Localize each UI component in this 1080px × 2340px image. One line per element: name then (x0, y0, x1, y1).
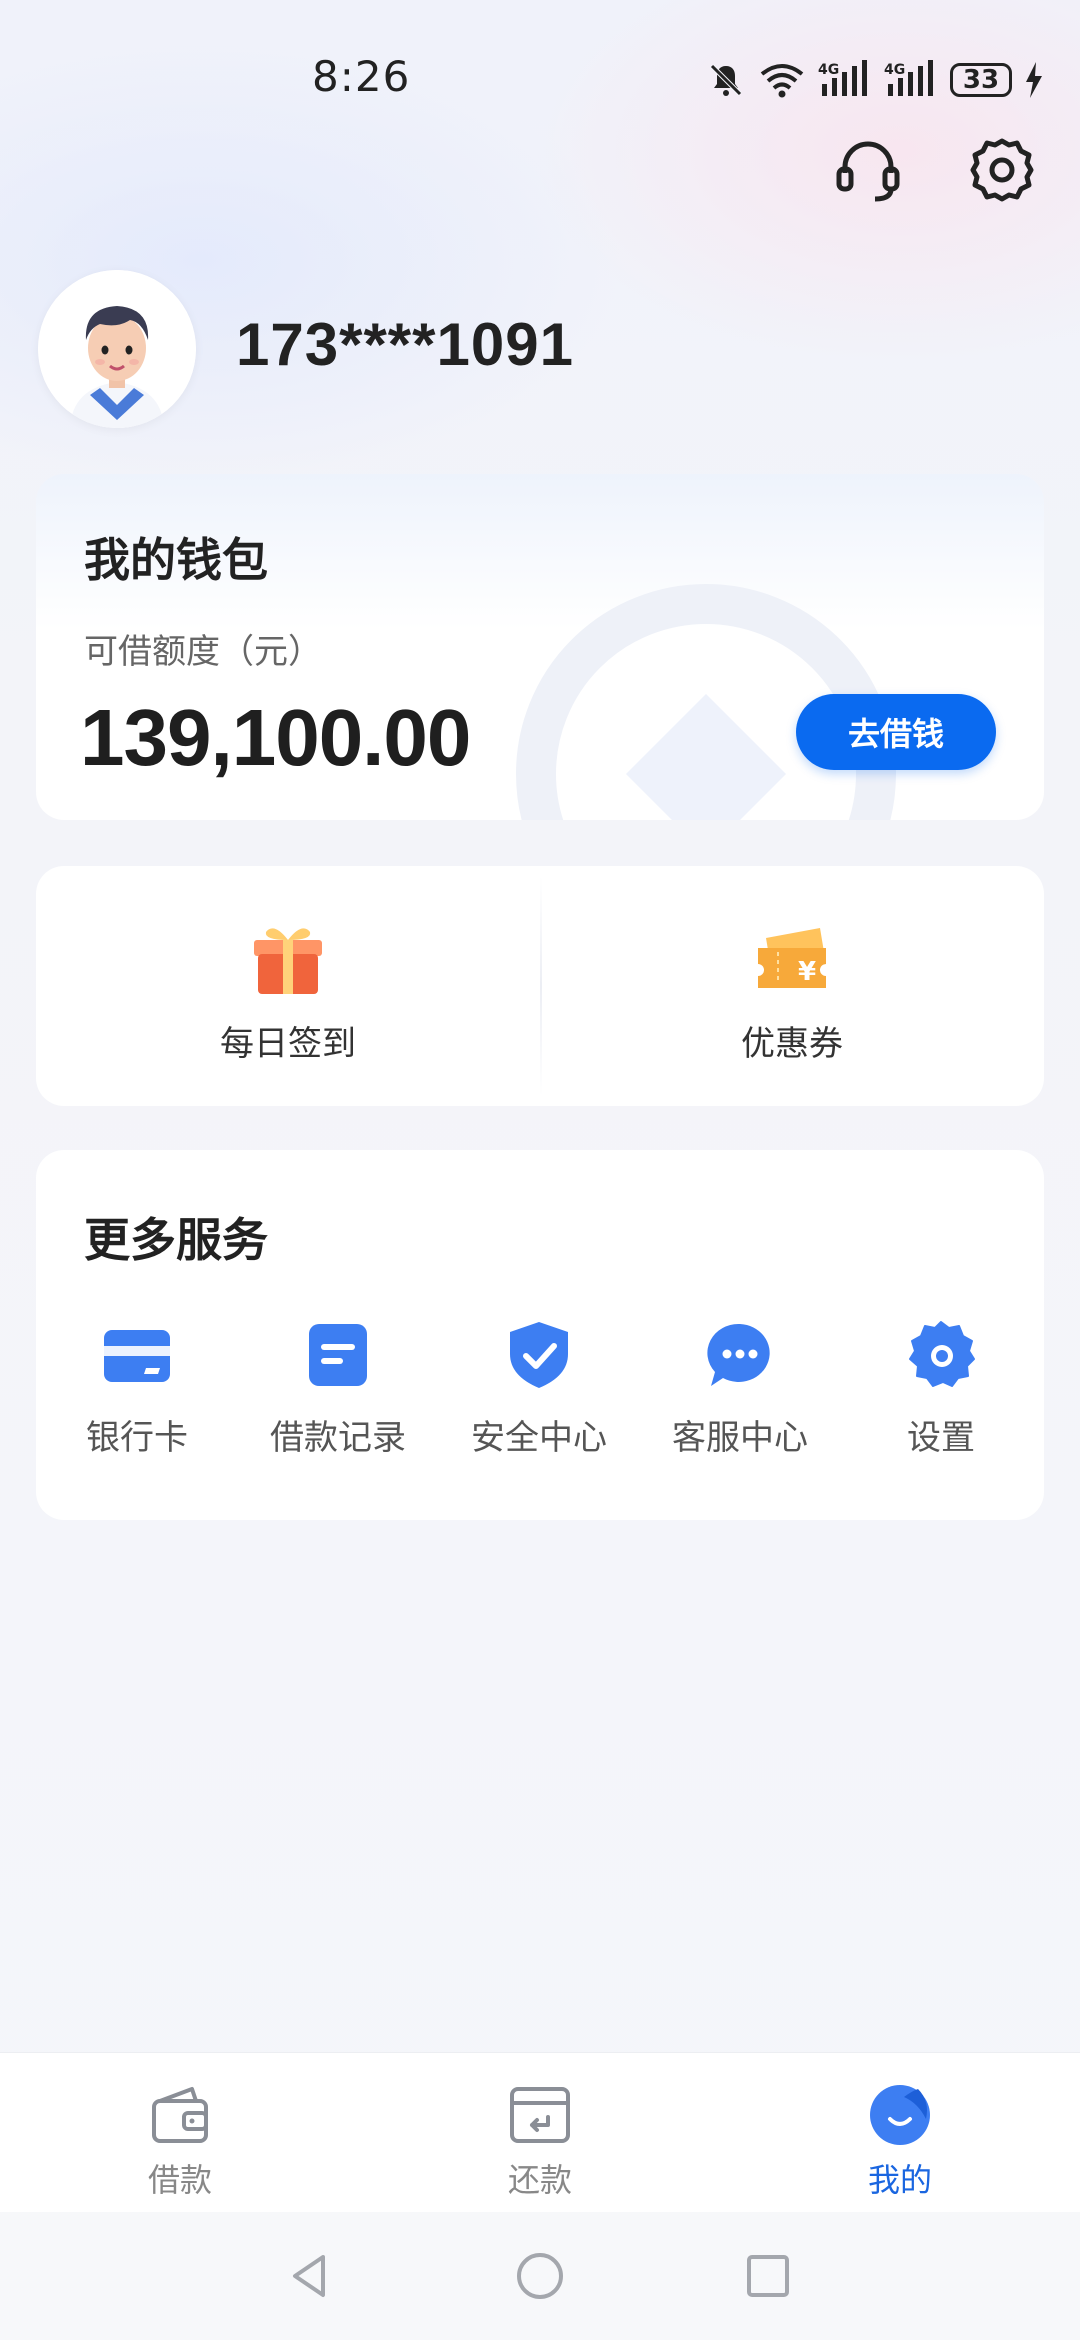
more-services-title: 更多服务 (84, 1213, 268, 1267)
system-nav-bar (0, 2212, 1080, 2340)
security-shield-icon (510, 1322, 568, 1388)
charging-bolt-icon (1026, 62, 1042, 98)
wallet-icon (152, 2087, 208, 2143)
daily-checkin-label: 每日签到 (220, 1024, 356, 1064)
back-triangle-icon (293, 2255, 325, 2297)
recents-square-icon (747, 2255, 789, 2297)
nav-home-button[interactable] (510, 2246, 570, 2306)
credit-limit-amount: 139,100.00 (80, 693, 471, 782)
credit-limit-label: 可借额度（元） (84, 632, 322, 672)
coupon-button[interactable]: ¥ 优惠券 (540, 866, 1044, 1106)
svg-text:4G: 4G (818, 62, 839, 78)
profile-smile-icon (870, 2085, 930, 2145)
coupon-icon: ¥ (758, 928, 826, 988)
headset-icon (836, 141, 900, 202)
more-services-card: 更多服务 银行卡 借款记录 安全中心 客服中心 设置 (36, 1150, 1044, 1520)
tab-borrow[interactable]: 借款 (80, 2053, 280, 2213)
tab-mine[interactable]: 我的 (800, 2053, 1000, 2213)
service-label: 客服中心 (672, 1418, 808, 1458)
coupon-label: 优惠券 (741, 1024, 843, 1064)
service-security-center[interactable]: 安全中心 (439, 1320, 639, 1490)
service-bank-card[interactable]: 银行卡 (37, 1320, 237, 1490)
signal-4g-icon-2: 4G (884, 60, 933, 96)
gift-icon (254, 928, 322, 994)
service-label: 借款记录 (270, 1418, 406, 1458)
status-bar: 8:26 4G 4G 33 (0, 0, 1080, 160)
service-settings[interactable]: 设置 (841, 1320, 1041, 1490)
nav-recents-button[interactable] (738, 2246, 798, 2306)
tab-label: 我的 (867, 2161, 932, 2199)
tab-label: 还款 (507, 2161, 572, 2199)
service-label: 设置 (907, 1418, 975, 1458)
mute-bell-icon (710, 64, 742, 96)
wallet-card: 我的钱包 可借额度（元） 139,100.00 去借钱 (36, 474, 1044, 820)
user-phone-number: 173****1091 (236, 311, 574, 378)
wifi-icon (760, 64, 804, 98)
nav-back-button[interactable] (280, 2246, 340, 2306)
status-icons: 4G 4G 33 (706, 56, 1044, 104)
avatar-illustration (38, 270, 196, 428)
borrow-button[interactable]: 去借钱 (796, 694, 996, 770)
bottom-tab-bar: 借款 还款 我的 (0, 2052, 1080, 2213)
battery-indicator: 33 (950, 63, 1012, 97)
gear-icon (970, 138, 1034, 202)
settings-button[interactable] (962, 130, 1042, 210)
wallet-title: 我的钱包 (84, 533, 268, 587)
quick-actions-card: 每日签到 ¥ 优惠券 (36, 866, 1044, 1106)
customer-service-button[interactable] (828, 130, 908, 210)
service-loan-records[interactable]: 借款记录 (238, 1320, 438, 1490)
repay-icon (510, 2087, 570, 2143)
tab-repay[interactable]: 还款 (440, 2053, 640, 2213)
tab-label: 借款 (147, 2161, 212, 2199)
customer-service-chat-icon (707, 1323, 770, 1386)
service-label: 安全中心 (471, 1418, 607, 1458)
signal-4g-icon-1: 4G (818, 60, 867, 96)
home-circle-icon (517, 2253, 563, 2299)
service-customer-center[interactable]: 客服中心 (640, 1320, 840, 1490)
status-time: 8:26 (312, 52, 411, 101)
service-label: 银行卡 (86, 1418, 188, 1458)
daily-checkin-button[interactable]: 每日签到 (36, 866, 540, 1106)
bank-card-icon (104, 1330, 170, 1382)
svg-text:4G: 4G (884, 62, 905, 78)
avatar[interactable] (38, 270, 196, 428)
loan-record-icon (309, 1324, 367, 1386)
settings-gear-icon (909, 1321, 975, 1387)
svg-text:¥: ¥ (798, 957, 816, 987)
